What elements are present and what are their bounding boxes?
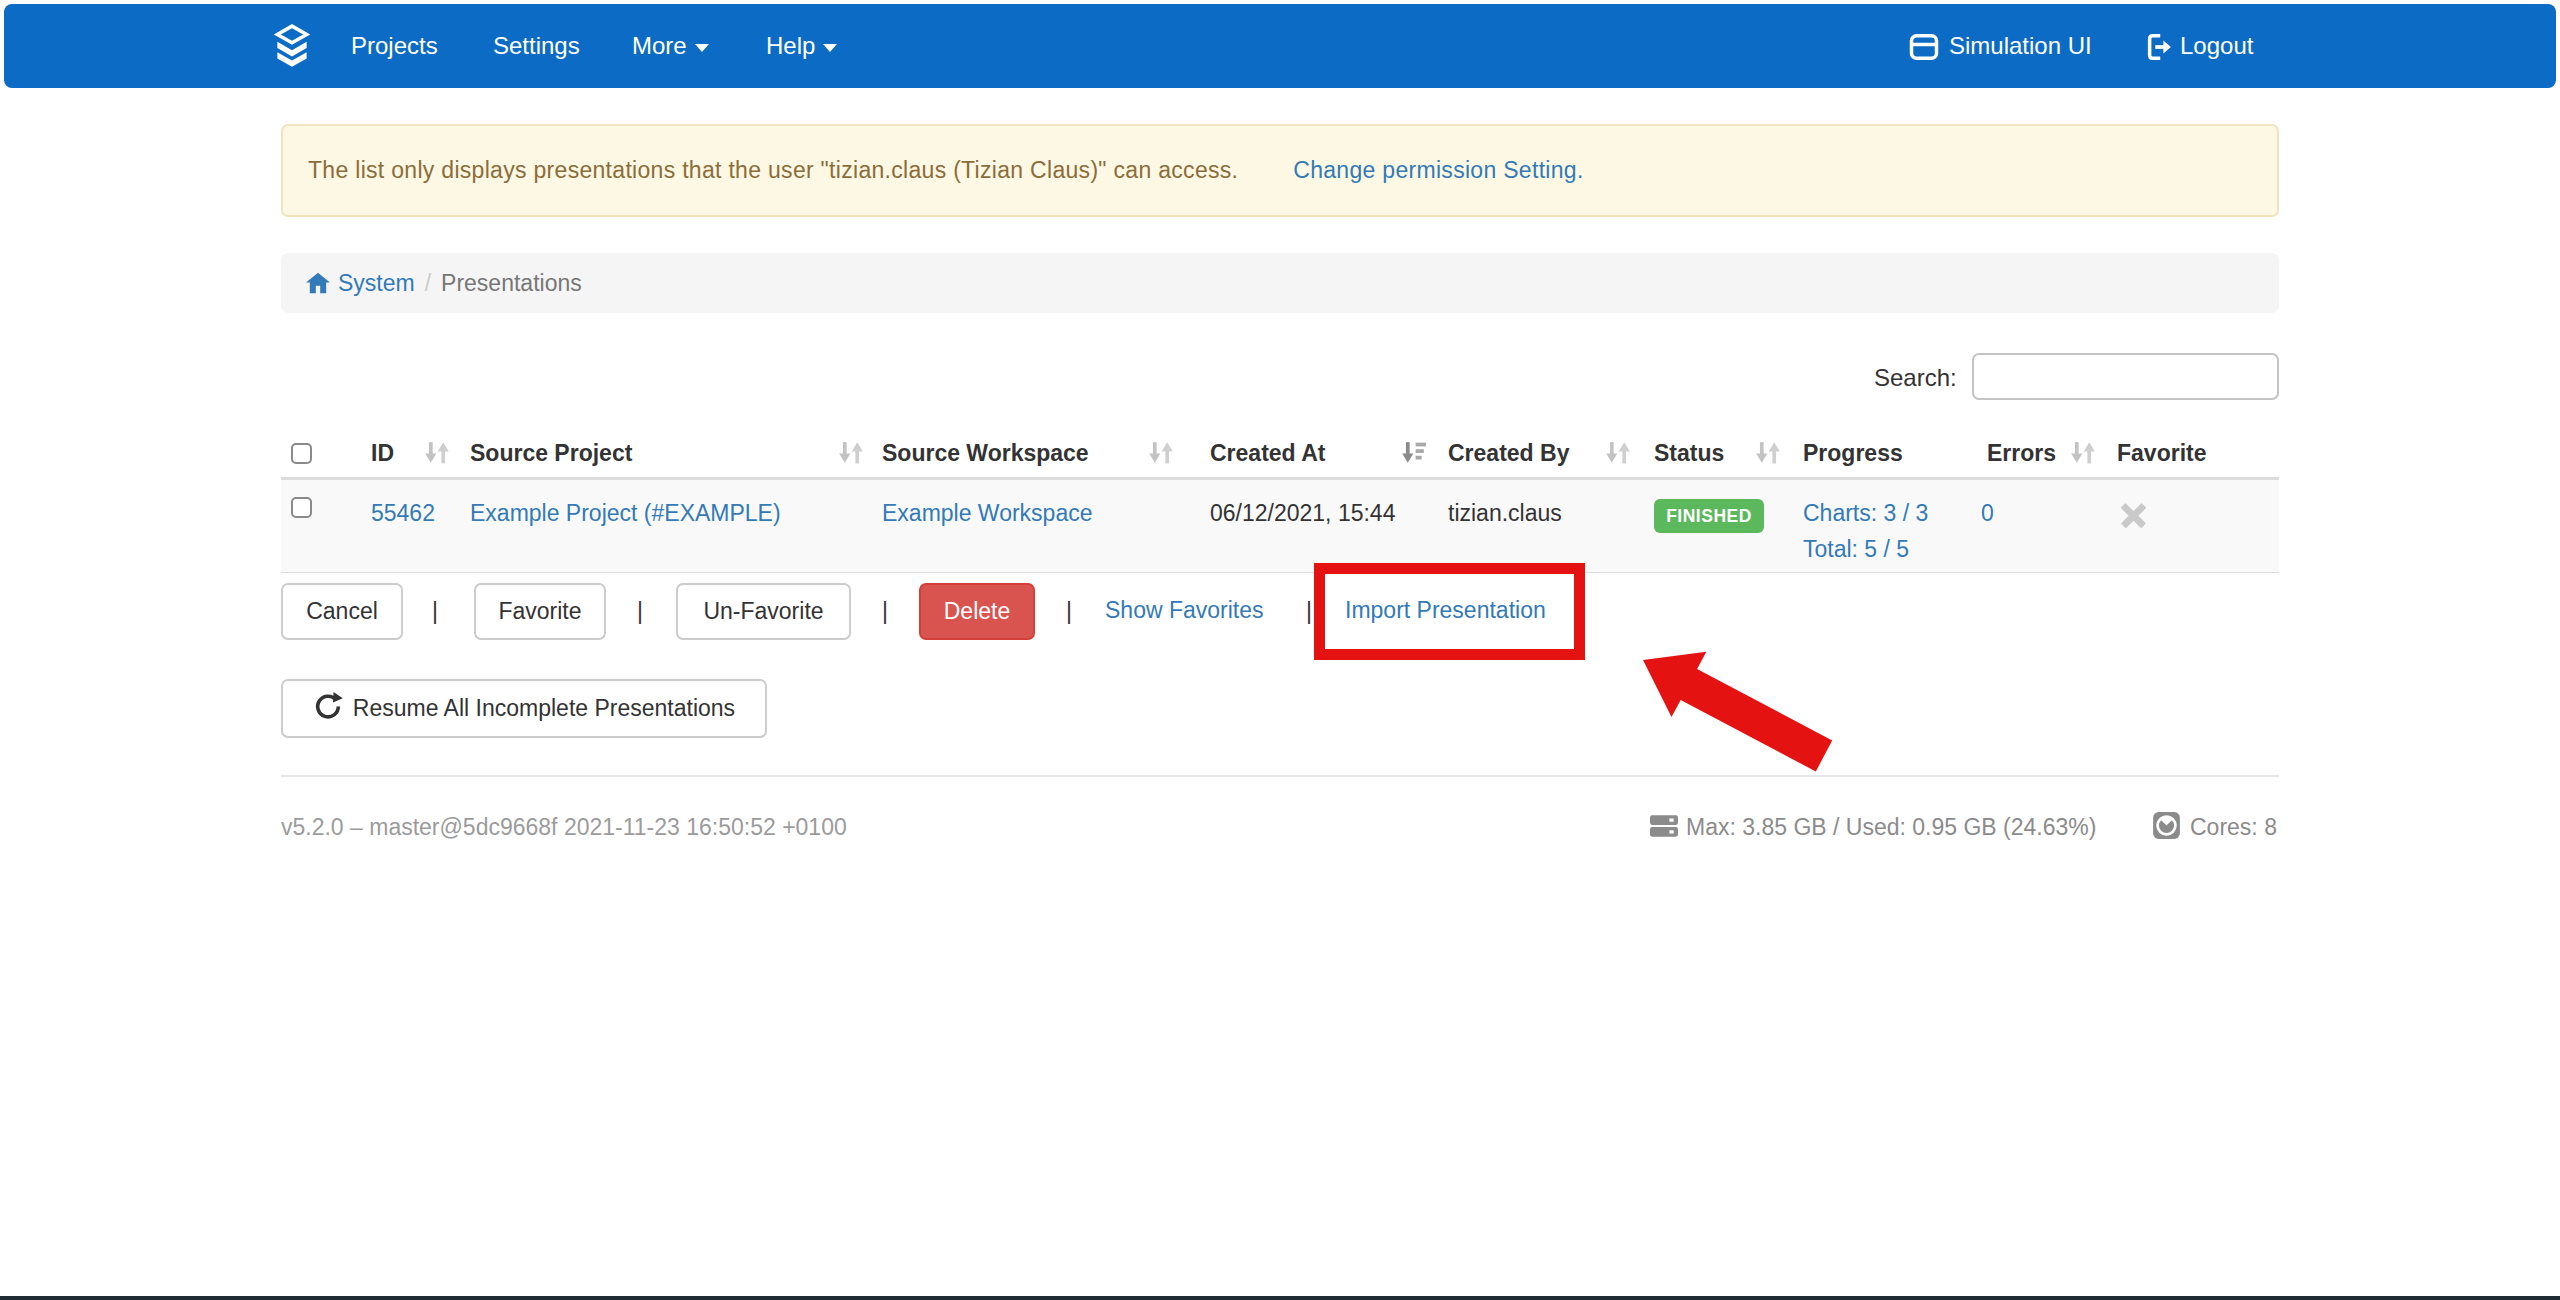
- select-all-checkbox[interactable]: [291, 443, 312, 464]
- logout-icon: [2144, 32, 2174, 62]
- row-source-workspace-link[interactable]: Example Workspace: [882, 496, 1093, 530]
- nav-simulation-ui[interactable]: Simulation UI: [1949, 4, 2092, 88]
- nav-help[interactable]: Help: [766, 4, 837, 88]
- chevron-down-icon: [695, 44, 709, 52]
- col-progress[interactable]: Progress: [1803, 428, 1903, 478]
- breadcrumb-system-link[interactable]: System: [338, 270, 415, 296]
- sort-icon[interactable]: [1149, 441, 1173, 464]
- col-favorite[interactable]: Favorite: [2117, 428, 2206, 478]
- row-id-link[interactable]: 55462: [371, 496, 435, 530]
- cancel-button[interactable]: Cancel: [281, 583, 403, 640]
- favorite-button[interactable]: Favorite: [474, 583, 606, 640]
- navbar: Projects Settings More Help Simulation U…: [4, 4, 2556, 88]
- app-logo-layers-icon[interactable]: [273, 24, 311, 70]
- col-id[interactable]: ID: [371, 428, 394, 478]
- cores-text: Cores: 8: [2190, 814, 2277, 841]
- col-source-project[interactable]: Source Project: [470, 428, 632, 478]
- sort-icon[interactable]: [425, 441, 449, 464]
- status-badge: FINISHED: [1654, 499, 1764, 533]
- progress-charts-link[interactable]: Charts: 3 / 3: [1803, 496, 1928, 530]
- simulation-ui-icon: [1909, 32, 1939, 62]
- search-input[interactable]: [1972, 353, 2279, 400]
- sort-desc-active-icon[interactable]: [1402, 441, 1426, 464]
- annotation-highlight-box: [1314, 563, 1585, 660]
- separator: |: [637, 583, 643, 640]
- row-created-at: 06/12/2021, 15:44: [1210, 496, 1395, 530]
- permission-alert: The list only displays presentations tha…: [281, 124, 2279, 217]
- nav-settings[interactable]: Settings: [493, 4, 580, 88]
- col-created-at[interactable]: Created At: [1210, 428, 1325, 478]
- chevron-down-icon: [823, 44, 837, 52]
- sort-icon[interactable]: [2071, 441, 2095, 464]
- page: Projects Settings More Help Simulation U…: [0, 0, 2560, 1300]
- breadcrumb: System/Presentations: [281, 253, 2279, 313]
- nav-projects[interactable]: Projects: [351, 4, 438, 88]
- col-errors[interactable]: Errors: [1987, 428, 2056, 478]
- row-checkbox[interactable]: [291, 497, 312, 518]
- show-favorites-link[interactable]: Show Favorites: [1105, 597, 1264, 624]
- memory-icon: [1650, 812, 1678, 840]
- sort-icon[interactable]: [1606, 441, 1630, 464]
- cores-icon: [2152, 811, 2181, 840]
- col-created-by[interactable]: Created By: [1448, 428, 1569, 478]
- search-label: Search:: [1874, 364, 1957, 392]
- bottom-edge: [0, 1296, 2560, 1300]
- delete-button[interactable]: Delete: [919, 583, 1035, 640]
- row-errors-link[interactable]: 0: [1981, 496, 1994, 530]
- col-source-workspace[interactable]: Source Workspace: [882, 428, 1089, 478]
- memory-text: Max: 3.85 GB / Used: 0.95 GB (24.63%): [1686, 814, 2096, 841]
- separator: |: [432, 583, 438, 640]
- nav-logout[interactable]: Logout: [2180, 4, 2253, 88]
- unfavorite-button[interactable]: Un-Favorite: [676, 583, 851, 640]
- sort-icon[interactable]: [1756, 441, 1780, 464]
- refresh-icon: [313, 691, 343, 721]
- col-status[interactable]: Status: [1654, 428, 1724, 478]
- separator: |: [882, 583, 888, 640]
- row-created-by: tizian.claus: [1448, 496, 1562, 530]
- change-permission-link[interactable]: Change permission Setting.: [1293, 157, 1583, 183]
- favorite-remove-icon[interactable]: [2121, 503, 2146, 528]
- row-source-project-link[interactable]: Example Project (#EXAMPLE): [470, 496, 781, 530]
- alert-text: The list only displays presentations tha…: [308, 157, 1238, 183]
- home-icon: [306, 272, 330, 294]
- resume-all-button[interactable]: Resume All Incomplete Presentations: [281, 679, 767, 738]
- footer-divider: [281, 775, 2279, 777]
- sort-icon[interactable]: [839, 441, 863, 464]
- breadcrumb-current: Presentations: [441, 270, 582, 296]
- version-text: v5.2.0 – master@5dc9668f 2021-11-23 16:5…: [281, 814, 847, 841]
- separator: |: [1066, 583, 1072, 640]
- progress-total-link[interactable]: Total: 5 / 5: [1803, 532, 1909, 566]
- separator: |: [1306, 583, 1312, 640]
- annotation-arrow: [1638, 650, 1838, 780]
- nav-more[interactable]: More: [632, 4, 709, 88]
